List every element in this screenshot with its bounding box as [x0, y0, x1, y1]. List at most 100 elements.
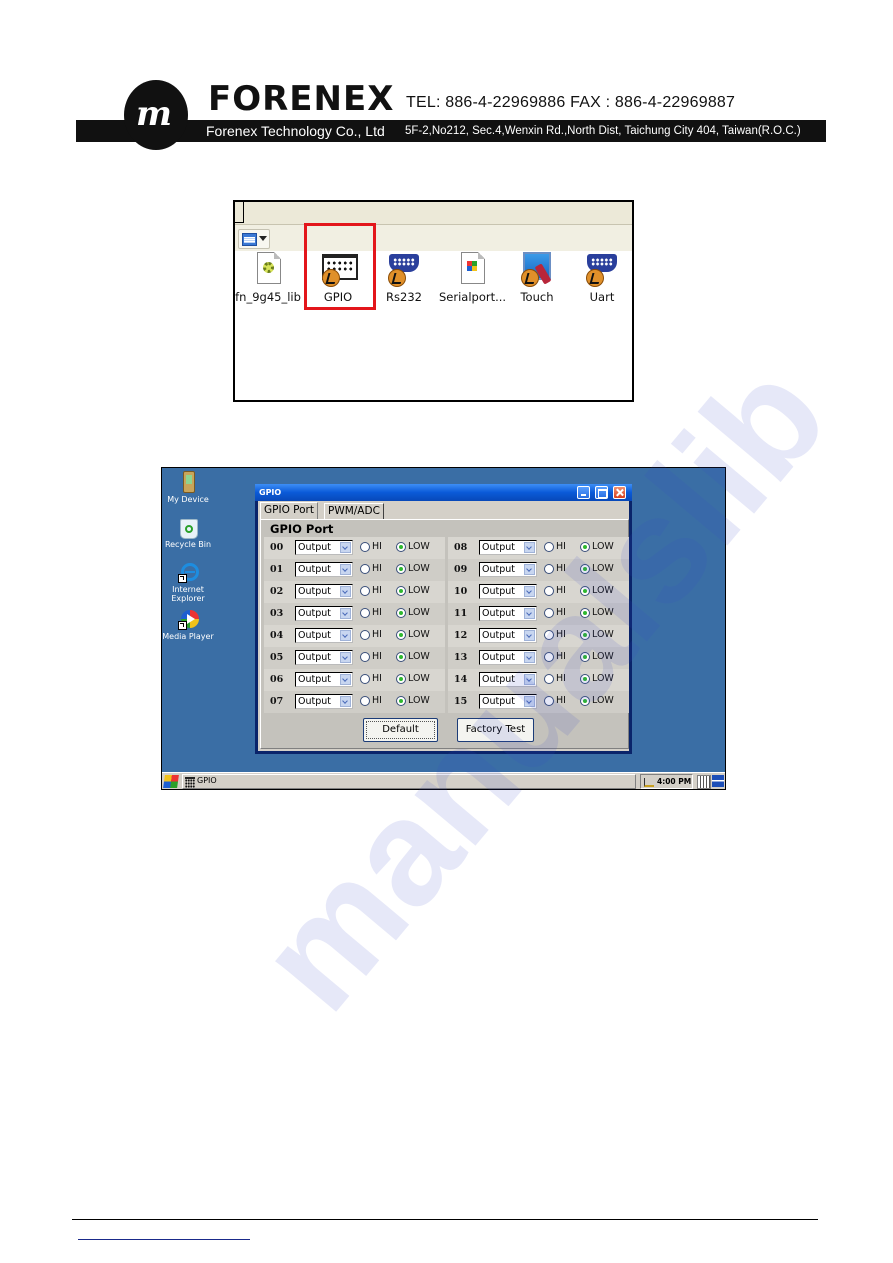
hi-radio[interactable]	[360, 586, 370, 596]
gpio-row: 01 Output HI LOW	[264, 559, 445, 581]
gpio-row: 08 Output HI LOW	[448, 537, 629, 559]
views-button[interactable]	[238, 229, 270, 249]
mode-select[interactable]: Output	[479, 650, 537, 665]
mode-value: Output	[298, 586, 331, 597]
hi-radio[interactable]	[360, 542, 370, 552]
chevron-down-icon[interactable]	[340, 564, 351, 575]
low-radio[interactable]	[580, 608, 590, 618]
low-radio[interactable]	[580, 542, 590, 552]
start-button[interactable]	[163, 775, 179, 788]
minimize-button[interactable]	[577, 486, 590, 499]
taskbar-item-gpio[interactable]: GPIO	[182, 774, 636, 789]
chevron-down-icon[interactable]	[524, 674, 535, 685]
low-radio[interactable]	[580, 652, 590, 662]
low-radio[interactable]	[396, 630, 406, 640]
desktop-icon-recycle-bin[interactable]: Recycle Bin	[162, 516, 214, 549]
pin-number: 05	[270, 652, 284, 663]
low-radio[interactable]	[396, 608, 406, 618]
chevron-down-icon[interactable]	[340, 652, 351, 663]
hi-label: HI	[556, 585, 566, 596]
low-radio[interactable]	[580, 630, 590, 640]
hi-radio[interactable]	[544, 674, 554, 684]
mode-value: Output	[482, 630, 515, 641]
low-radio[interactable]	[580, 564, 590, 574]
hi-radio[interactable]	[544, 608, 554, 618]
mode-select[interactable]: Output	[295, 628, 353, 643]
chevron-down-icon[interactable]	[524, 542, 535, 553]
mode-select[interactable]: Output	[479, 540, 537, 555]
hi-radio[interactable]	[360, 630, 370, 640]
window-titlebar[interactable]: GPIO	[255, 484, 632, 501]
hi-radio[interactable]	[360, 652, 370, 662]
low-radio[interactable]	[396, 652, 406, 662]
hi-radio[interactable]	[544, 564, 554, 574]
hi-radio[interactable]	[360, 564, 370, 574]
views-icon	[242, 233, 257, 246]
low-radio[interactable]	[396, 696, 406, 706]
maximize-button[interactable]	[595, 486, 608, 499]
mode-select[interactable]: Output	[479, 562, 537, 577]
desktop-icon-internet-explorer[interactable]: Internet Explorer	[162, 561, 214, 603]
chevron-down-icon[interactable]	[340, 542, 351, 553]
chevron-down-icon[interactable]	[340, 608, 351, 619]
mode-select[interactable]: Output	[479, 672, 537, 687]
hi-radio[interactable]	[544, 586, 554, 596]
chevron-down-icon[interactable]	[524, 586, 535, 597]
mode-select[interactable]: Output	[295, 694, 353, 709]
tab-gpio-port[interactable]: GPIO Port	[260, 502, 318, 520]
mode-select[interactable]: Output	[295, 650, 353, 665]
chevron-down-icon[interactable]	[524, 696, 535, 707]
show-desktop-icon[interactable]	[712, 775, 724, 787]
low-radio[interactable]	[580, 696, 590, 706]
chevron-down-icon[interactable]	[524, 652, 535, 663]
desktop-icon-my-device[interactable]: My Device	[162, 471, 214, 504]
brand-name: FORENEX	[208, 79, 395, 119]
chevron-down-icon[interactable]	[524, 564, 535, 575]
file-item[interactable]: fn_9g45_lib	[235, 252, 301, 304]
hi-radio[interactable]	[544, 696, 554, 706]
mode-select[interactable]: Output	[479, 606, 537, 621]
low-radio[interactable]	[396, 586, 406, 596]
chevron-down-icon[interactable]	[524, 630, 535, 641]
desktop-icon-media-player[interactable]: Media Player	[162, 608, 214, 641]
low-radio[interactable]	[396, 542, 406, 552]
hi-radio[interactable]	[360, 696, 370, 706]
hi-radio[interactable]	[544, 630, 554, 640]
serial-port-app-icon	[584, 252, 620, 287]
keyboard-icon[interactable]	[697, 775, 711, 789]
hi-radio[interactable]	[544, 652, 554, 662]
pin-number: 14	[454, 674, 468, 685]
hi-radio[interactable]	[544, 542, 554, 552]
close-button[interactable]	[613, 486, 626, 499]
hi-radio[interactable]	[360, 674, 370, 684]
mode-select[interactable]: Output	[479, 584, 537, 599]
mode-select[interactable]: Output	[295, 606, 353, 621]
tab-pwm-adc[interactable]: PWM/ADC	[324, 503, 384, 519]
low-label: LOW	[408, 651, 430, 662]
mode-select[interactable]: Output	[295, 540, 353, 555]
mode-select[interactable]: Output	[295, 584, 353, 599]
footer-link[interactable]	[78, 1239, 250, 1240]
file-item[interactable]: Serialport...	[439, 252, 506, 304]
low-radio[interactable]	[580, 674, 590, 684]
low-label: LOW	[408, 629, 430, 640]
low-radio[interactable]	[396, 564, 406, 574]
factory-test-button[interactable]: Factory Test	[457, 718, 534, 742]
file-item[interactable]: Rs232	[371, 252, 437, 304]
default-button[interactable]: Default	[363, 718, 438, 742]
mode-select[interactable]: Output	[479, 628, 537, 643]
low-radio[interactable]	[580, 586, 590, 596]
file-item[interactable]: Uart	[569, 252, 635, 304]
file-item[interactable]: Touch	[504, 252, 570, 304]
mode-select[interactable]: Output	[479, 694, 537, 709]
chevron-down-icon[interactable]	[340, 696, 351, 707]
chevron-down-icon[interactable]	[524, 608, 535, 619]
low-radio[interactable]	[396, 674, 406, 684]
chevron-down-icon[interactable]	[340, 674, 351, 685]
mode-select[interactable]: Output	[295, 562, 353, 577]
mode-select[interactable]: Output	[295, 672, 353, 687]
hi-radio[interactable]	[360, 608, 370, 618]
chevron-down-icon[interactable]	[340, 630, 351, 641]
network-icon[interactable]	[644, 778, 654, 787]
chevron-down-icon[interactable]	[340, 586, 351, 597]
